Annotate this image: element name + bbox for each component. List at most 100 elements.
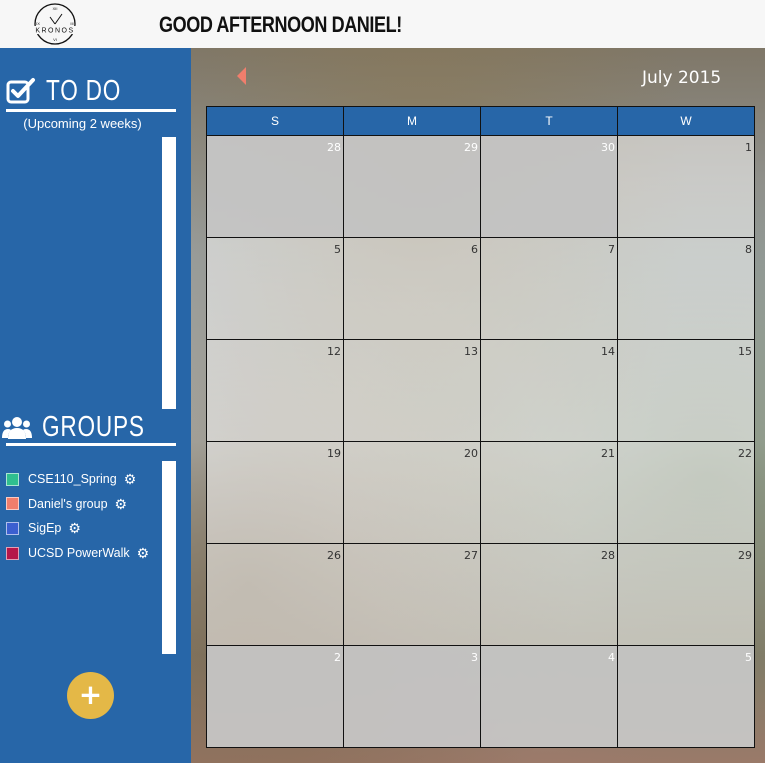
month-title: July 2015: [642, 68, 722, 88]
add-button[interactable]: +: [67, 672, 114, 719]
day-cell[interactable]: 7: [480, 237, 618, 340]
calendar-week-row: 19 20 21 22: [206, 441, 755, 544]
greeting-title: GOOD AFTERNOON DANIEL!: [159, 12, 402, 37]
day-number: 26: [327, 549, 341, 562]
calendar-week-row: 28 29 30 1: [206, 135, 755, 238]
day-number: 12: [327, 345, 341, 358]
group-item[interactable]: UCSD PowerWalk ⚙: [6, 541, 149, 566]
day-cell[interactable]: 22: [617, 441, 755, 544]
users-icon: [2, 417, 32, 439]
day-number: 4: [608, 651, 615, 664]
day-number: 6: [471, 243, 478, 256]
day-cell[interactable]: 26: [206, 543, 344, 646]
todo-title: TO DO: [46, 74, 122, 107]
day-number: 5: [745, 651, 752, 664]
day-cell[interactable]: 4: [480, 645, 618, 748]
day-number: 22: [738, 447, 752, 460]
logo-numeral: III: [70, 21, 73, 26]
day-cell[interactable]: 20: [343, 441, 481, 544]
sidebar: TO DO (Upcoming 2 weeks) GROUPS CSE110_S…: [0, 48, 191, 763]
groups-title: GROUPS: [42, 410, 145, 443]
day-cell[interactable]: 28: [480, 543, 618, 646]
day-number: 3: [471, 651, 478, 664]
calendar-grid: SMTW 28 29 30 1 5 6 7 8 12 13 14 15 19 20 21 22 26 27 28 29…: [206, 106, 755, 748]
groups-header: GROUPS: [2, 410, 174, 444]
day-cell[interactable]: 5: [617, 645, 755, 748]
day-number: 14: [601, 345, 615, 358]
day-number: 28: [601, 549, 615, 562]
group-name[interactable]: CSE110_Spring: [28, 472, 117, 486]
weekday-header-row: SMTW: [206, 106, 755, 136]
day-number: 27: [464, 549, 478, 562]
day-number: 29: [738, 549, 752, 562]
day-number: 8: [745, 243, 752, 256]
day-cell[interactable]: 27: [343, 543, 481, 646]
kronos-logo[interactable]: XII III VI IX KRONOS: [26, 2, 84, 46]
group-name[interactable]: SigEp: [28, 521, 61, 535]
checkbox-icon: [6, 78, 35, 104]
day-cell[interactable]: 15: [617, 339, 755, 442]
group-list: CSE110_Spring ⚙ Daniel's group ⚙ SigEp ⚙ UCSD …: [6, 467, 149, 565]
day-number: 2: [334, 651, 341, 664]
day-cell[interactable]: 12: [206, 339, 344, 442]
day-cell[interactable]: 28: [206, 135, 344, 238]
weekday-label: W: [617, 106, 755, 136]
day-cell[interactable]: 19: [206, 441, 344, 544]
day-cell[interactable]: 8: [617, 237, 755, 340]
day-number: 15: [738, 345, 752, 358]
calendar-week-row: 2 3 4 5: [206, 645, 755, 748]
day-number: 21: [601, 447, 615, 460]
todo-subtitle: (Upcoming 2 weeks): [23, 116, 142, 131]
weekday-label: M: [343, 106, 481, 136]
prev-month-arrow-icon[interactable]: [237, 67, 246, 85]
calendar-area: July 2015 SMTW 28 29 30 1 5 6 7 8 12 13 14 15 19 20 21…: [191, 48, 765, 763]
todo-list-panel[interactable]: [162, 137, 176, 409]
logo-numeral: IX: [36, 21, 40, 26]
gear-icon[interactable]: ⚙: [137, 546, 150, 560]
day-number: 28: [327, 141, 341, 154]
day-number: 13: [464, 345, 478, 358]
gear-icon[interactable]: ⚙: [115, 497, 128, 511]
group-name[interactable]: UCSD PowerWalk: [28, 546, 130, 560]
gear-icon[interactable]: ⚙: [124, 472, 137, 486]
groups-divider: [6, 443, 176, 446]
day-number: 20: [464, 447, 478, 460]
day-number: 5: [334, 243, 341, 256]
gear-icon[interactable]: ⚙: [68, 521, 81, 535]
group-color-swatch[interactable]: [6, 546, 19, 560]
group-item[interactable]: CSE110_Spring ⚙: [6, 467, 149, 492]
day-cell[interactable]: 14: [480, 339, 618, 442]
day-cell[interactable]: 3: [343, 645, 481, 748]
group-item[interactable]: Daniel's group ⚙: [6, 492, 149, 517]
day-cell[interactable]: 5: [206, 237, 344, 340]
logo-numeral: VI: [53, 37, 57, 42]
day-cell[interactable]: 2: [206, 645, 344, 748]
weekday-label: T: [480, 106, 618, 136]
day-cell[interactable]: 29: [617, 543, 755, 646]
weekday-label: S: [206, 106, 344, 136]
group-item[interactable]: SigEp ⚙: [6, 516, 149, 541]
calendar-week-row: 5 6 7 8: [206, 237, 755, 340]
day-cell[interactable]: 29: [343, 135, 481, 238]
day-number: 30: [601, 141, 615, 154]
group-color-swatch[interactable]: [6, 472, 19, 486]
group-name[interactable]: Daniel's group: [28, 497, 108, 511]
group-color-swatch[interactable]: [6, 497, 19, 511]
day-number: 7: [608, 243, 615, 256]
top-bar: XII III VI IX KRONOS GOOD AFTERNOON DANI…: [0, 0, 765, 49]
todo-header: TO DO: [6, 74, 142, 107]
groups-scroll-panel[interactable]: [162, 461, 176, 654]
calendar-week-row: 26 27 28 29: [206, 543, 755, 646]
day-cell[interactable]: 1: [617, 135, 755, 238]
day-cell[interactable]: 21: [480, 441, 618, 544]
todo-divider: [6, 109, 176, 112]
day-cell[interactable]: 6: [343, 237, 481, 340]
logo-numeral: XII: [53, 6, 58, 11]
day-number: 29: [464, 141, 478, 154]
day-cell[interactable]: 30: [480, 135, 618, 238]
calendar-week-row: 12 13 14 15: [206, 339, 755, 442]
logo-word: KRONOS: [35, 28, 74, 35]
group-color-swatch[interactable]: [6, 521, 19, 535]
day-cell[interactable]: 13: [343, 339, 481, 442]
day-number: 19: [327, 447, 341, 460]
